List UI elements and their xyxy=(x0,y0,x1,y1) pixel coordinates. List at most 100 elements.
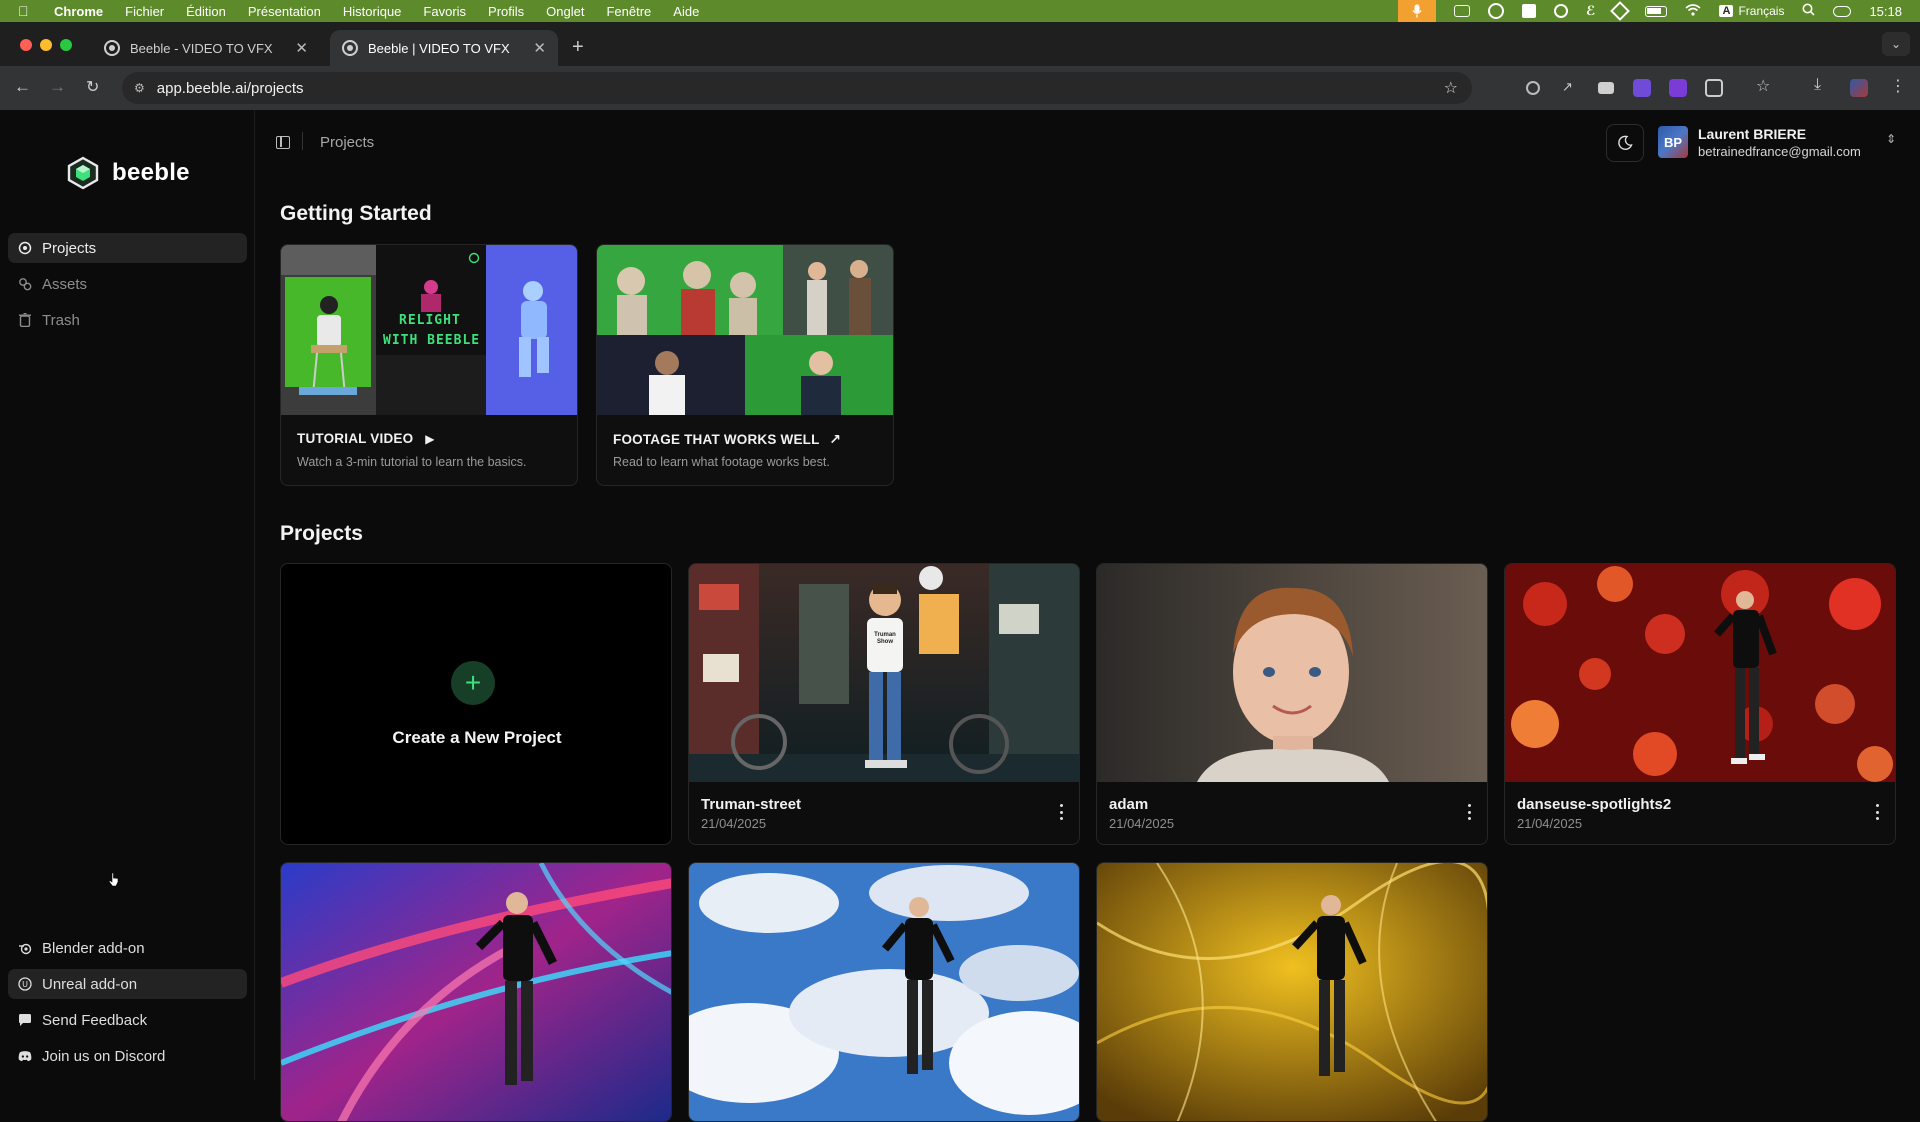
menu-app-name[interactable]: Chrome xyxy=(54,4,103,19)
theme-toggle-button[interactable] xyxy=(1606,124,1644,162)
circle-app-icon[interactable] xyxy=(1554,4,1568,18)
user-menu-chevron-icon[interactable]: ⇕ xyxy=(1886,132,1896,146)
sidebar-item-send-feedback[interactable]: Send Feedback xyxy=(8,1005,247,1035)
tutorial-card-description: Watch a 3-min tutorial to learn the basi… xyxy=(297,455,527,469)
project-name: Truman-street xyxy=(701,796,802,813)
project-thumbnail xyxy=(1097,564,1487,782)
sidebar-item-label: Blender add-on xyxy=(42,939,145,957)
footage-thumbnail xyxy=(597,245,893,415)
sidebar-item-trash[interactable]: Trash xyxy=(8,305,247,335)
user-email[interactable]: betrainedfrance@gmail.com xyxy=(1698,144,1861,159)
reload-icon[interactable]: ↻ xyxy=(86,77,99,97)
close-tab-icon[interactable]: ✕ xyxy=(533,39,546,57)
menu-favoris[interactable]: Favoris xyxy=(423,4,466,19)
browser-tab-1[interactable]: Beeble - VIDEO TO VFX ✕ xyxy=(92,30,320,66)
close-tab-icon[interactable]: ✕ xyxy=(295,39,308,57)
project-card-neon-dancer[interactable] xyxy=(280,862,672,1122)
tab-search-chevron-icon[interactable]: ⌄ xyxy=(1882,32,1910,56)
extension-camera-icon[interactable] xyxy=(1598,82,1614,94)
user-name[interactable]: Laurent BRIERE xyxy=(1698,126,1806,142)
control-center-icon[interactable] xyxy=(1833,5,1852,17)
input-source-menu[interactable]: A Français xyxy=(1719,4,1784,18)
project-card-danseuse-spotlights2[interactable]: danseuse-spotlights2 21/04/2025 xyxy=(1504,563,1896,845)
script-app-icon[interactable]: ℰ xyxy=(1586,3,1595,19)
beeble-favicon-icon xyxy=(104,40,120,56)
menu-edition[interactable]: Édition xyxy=(186,4,226,19)
menu-fichier[interactable]: Fichier xyxy=(125,4,164,19)
tutorial-video-card[interactable]: RELIGHT WITH BEEBLE TUTORIAL VIDEO ▶ Wat… xyxy=(280,244,578,486)
screen-record-icon[interactable] xyxy=(1454,5,1470,17)
extensions-puzzle-icon[interactable] xyxy=(1705,79,1723,97)
zoom-window-button[interactable] xyxy=(60,39,72,51)
project-thumbnail xyxy=(281,863,671,1121)
menu-onglet[interactable]: Onglet xyxy=(546,4,584,19)
microphone-icon[interactable] xyxy=(1398,0,1436,22)
beeble-favicon-icon xyxy=(342,40,358,56)
project-more-icon[interactable] xyxy=(1059,804,1063,820)
bookmarks-star-icon[interactable]: ☆ xyxy=(1756,76,1774,95)
project-thumbnail xyxy=(1097,863,1487,1121)
back-arrow-icon[interactable]: ← xyxy=(14,77,31,97)
project-more-icon[interactable] xyxy=(1467,804,1471,820)
unreal-icon: U xyxy=(18,977,32,991)
moon-icon xyxy=(1618,135,1633,150)
create-project-label: Create a New Project xyxy=(392,728,562,747)
toggle-sidebar-icon[interactable] xyxy=(276,136,290,149)
wifi-icon[interactable] xyxy=(1685,3,1702,19)
sidebar-item-projects[interactable]: Projects xyxy=(8,233,247,263)
apple-icon[interactable]:  xyxy=(18,3,36,19)
footage-title-text: FOOTAGE THAT WORKS WELL xyxy=(613,432,820,447)
browser-tab-strip: Beeble - VIDEO TO VFX ✕ Beeble | VIDEO T… xyxy=(0,22,1920,66)
sidebar-item-unreal-addon[interactable]: U Unreal add-on xyxy=(8,969,247,999)
project-card-clouds-dancer[interactable] xyxy=(688,862,1080,1122)
layers-icon[interactable] xyxy=(1610,1,1631,21)
beeble-logo[interactable]: beeble xyxy=(66,156,190,190)
close-window-button[interactable] xyxy=(20,39,32,51)
extension-1-icon[interactable] xyxy=(1526,81,1540,95)
profile-avatar-icon[interactable] xyxy=(1850,79,1868,97)
top-bar: Projects BP Laurent BRIERE betrainedfran… xyxy=(256,110,1920,174)
spotlight-search-icon[interactable] xyxy=(1802,3,1816,19)
project-card-truman-street[interactable]: Truman Show Truman-street 21/04/2025 xyxy=(688,563,1080,845)
user-avatar[interactable]: BP xyxy=(1658,126,1688,158)
menubar-clock[interactable]: 15:18 xyxy=(1869,4,1902,19)
breadcrumb[interactable]: Projects xyxy=(320,134,374,151)
menu-aide[interactable]: Aide xyxy=(673,4,699,19)
minimize-window-button[interactable] xyxy=(40,39,52,51)
sidebar-item-blender-addon[interactable]: Blender add-on xyxy=(8,933,247,963)
extension-pen-icon[interactable]: ↗ xyxy=(1562,79,1580,97)
language-label: Français xyxy=(1738,4,1785,18)
breadcrumb-divider xyxy=(302,132,303,150)
menu-presentation[interactable]: Présentation xyxy=(248,4,321,19)
creative-cloud-icon[interactable] xyxy=(1488,3,1504,19)
menu-profils[interactable]: Profils xyxy=(488,4,524,19)
downloads-icon[interactable]: ⤓ xyxy=(1814,76,1832,94)
chrome-menu-icon[interactable]: ⋮ xyxy=(1890,76,1908,95)
main-content: Projects BP Laurent BRIERE betrainedfran… xyxy=(256,110,1920,1122)
browser-tab-2-active[interactable]: Beeble | VIDEO TO VFX ✕ xyxy=(330,30,558,66)
bookmark-star-icon[interactable]: ☆ xyxy=(1444,78,1458,98)
project-thumbnail: Truman Show xyxy=(689,564,1079,782)
extension-purple-icon[interactable] xyxy=(1669,79,1687,97)
text-tool-icon[interactable] xyxy=(1522,4,1536,18)
menu-historique[interactable]: Historique xyxy=(343,4,402,19)
project-more-icon[interactable] xyxy=(1875,804,1879,820)
project-card-adam[interactable]: adam 21/04/2025 xyxy=(1096,563,1488,845)
sidebar-item-discord[interactable]: Join us on Discord xyxy=(8,1041,247,1071)
menu-fenetre[interactable]: Fenêtre xyxy=(606,4,651,19)
footage-guide-card[interactable]: FOOTAGE THAT WORKS WELL ↗ Read to learn … xyxy=(596,244,894,486)
sidebar-item-label: Projects xyxy=(42,239,97,257)
project-date: 21/04/2025 xyxy=(1109,816,1175,831)
forward-arrow-icon[interactable]: → xyxy=(49,77,66,97)
battery-icon[interactable] xyxy=(1645,5,1668,17)
sidebar-item-label: Unreal add-on xyxy=(42,975,138,993)
create-project-card[interactable]: + Create a New Project xyxy=(280,563,672,845)
extension-v-icon[interactable] xyxy=(1633,79,1651,97)
project-card-golden-dancer[interactable] xyxy=(1096,862,1488,1122)
menubar-status-area: ℰ A Français 15:18 xyxy=(1398,0,1902,22)
site-settings-icon[interactable]: ⚙ xyxy=(134,81,145,95)
new-tab-plus-icon[interactable]: + xyxy=(572,36,584,59)
address-bar[interactable]: ⚙ app.beeble.ai/projects ☆ xyxy=(122,72,1472,104)
beeble-logo-icon xyxy=(66,156,100,190)
sidebar-item-assets[interactable]: Assets xyxy=(8,269,247,299)
